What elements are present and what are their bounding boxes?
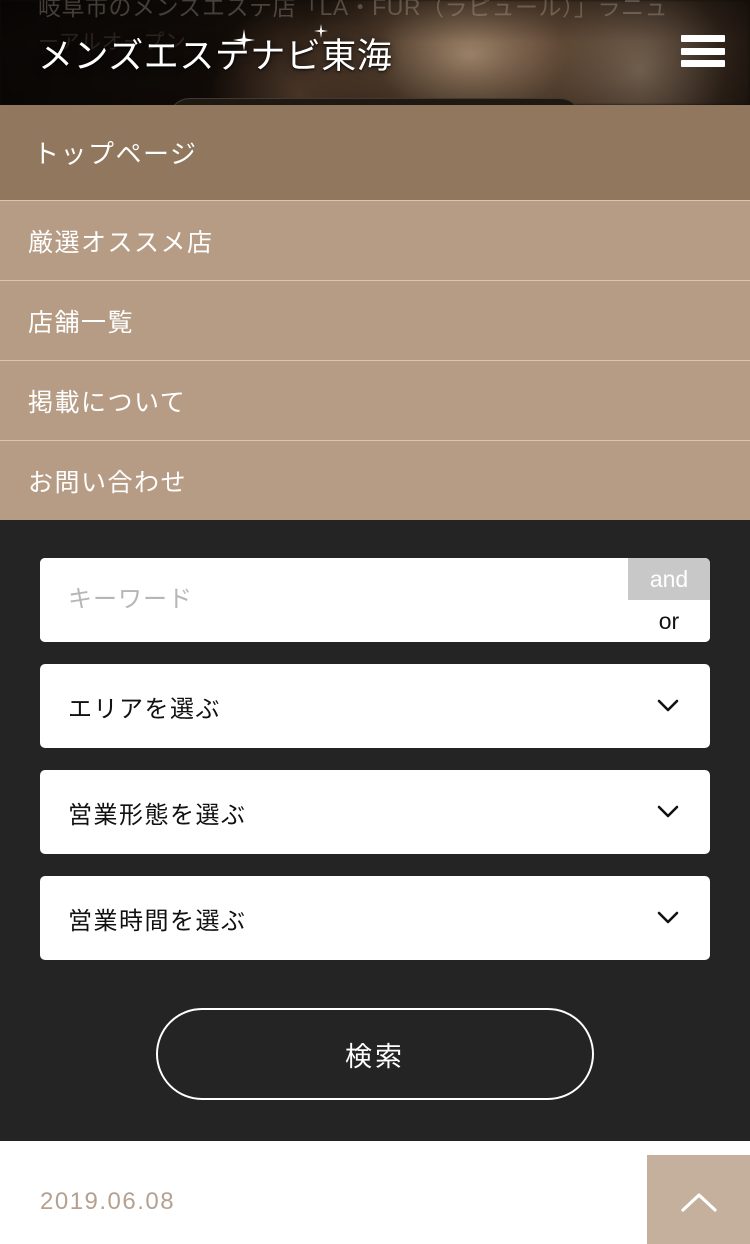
search-button-row: 検索: [40, 1008, 710, 1100]
hamburger-bar: [681, 47, 725, 55]
content-panel-top-edge: [168, 98, 582, 105]
area-select-row: エリアを選ぶ: [40, 664, 710, 748]
area-select[interactable]: エリアを選ぶ: [40, 664, 710, 748]
keyword-field-row: and or: [40, 558, 710, 642]
chevron-up-icon: [679, 1189, 719, 1215]
site-header: 岐阜市のメンズエステ店「LA・FUR（ラピュール）」ラニュ ーアルオープン メン…: [0, 0, 750, 105]
keyword-field-group: and or: [40, 558, 710, 642]
nav-item-label: お問い合わせ: [28, 468, 188, 497]
nav-item-recommended-shops[interactable]: 厳選オススメ店: [0, 200, 750, 280]
main-navigation: トップページ 厳選オススメ店 店舗一覧 掲載について お問い合わせ: [0, 105, 750, 520]
scroll-to-top-button[interactable]: [647, 1155, 750, 1244]
match-mode-and-option[interactable]: and: [628, 558, 710, 600]
chevron-down-icon: [656, 694, 680, 718]
search-input[interactable]: [40, 558, 628, 642]
nav-item-label: 掲載について: [28, 388, 187, 417]
site-title: メンズエステナビ東海: [38, 37, 393, 76]
business-type-select[interactable]: 営業形態を選ぶ: [40, 770, 710, 854]
hamburger-bar: [681, 35, 725, 42]
nav-item-label: トップページ: [33, 139, 198, 169]
nav-item-shop-list[interactable]: 店舗一覧: [0, 280, 750, 360]
header-ghost-text-line1: 岐阜市のメンズエステ店「LA・FUR（ラピュール）」ラニュ: [38, 0, 668, 20]
search-submit-button[interactable]: 検索: [156, 1008, 594, 1100]
search-panel: and or エリアを選ぶ 営業形態を選ぶ 営業: [0, 520, 750, 1141]
nav-item-contact[interactable]: お問い合わせ: [0, 440, 750, 520]
business-hours-select-row: 営業時間を選ぶ: [40, 876, 710, 960]
business-hours-select[interactable]: 営業時間を選ぶ: [40, 876, 710, 960]
business-type-select-row: 営業形態を選ぶ: [40, 770, 710, 854]
business-hours-select-label: 営業時間を選ぶ: [68, 907, 247, 935]
area-select-label: エリアを選ぶ: [68, 695, 221, 723]
chevron-down-icon: [656, 800, 680, 824]
hamburger-bar: [681, 60, 725, 67]
match-mode-toggle: and or: [628, 558, 710, 642]
site-footer: 2019.06.08: [0, 1141, 750, 1244]
match-mode-or-option[interactable]: or: [628, 600, 710, 642]
post-date: 2019.06.08: [40, 1188, 176, 1215]
page-root: 岐阜市のメンズエステ店「LA・FUR（ラピュール）」ラニュ ーアルオープン メン…: [0, 0, 750, 1244]
nav-item-about-listing[interactable]: 掲載について: [0, 360, 750, 440]
business-type-select-label: 営業形態を選ぶ: [68, 801, 247, 829]
nav-item-label: 厳選オススメ店: [28, 228, 214, 257]
hamburger-menu-icon[interactable]: [681, 33, 725, 69]
chevron-down-icon: [656, 906, 680, 930]
nav-item-label: 店舗一覧: [28, 308, 135, 337]
nav-item-top-page[interactable]: トップページ: [0, 105, 750, 200]
